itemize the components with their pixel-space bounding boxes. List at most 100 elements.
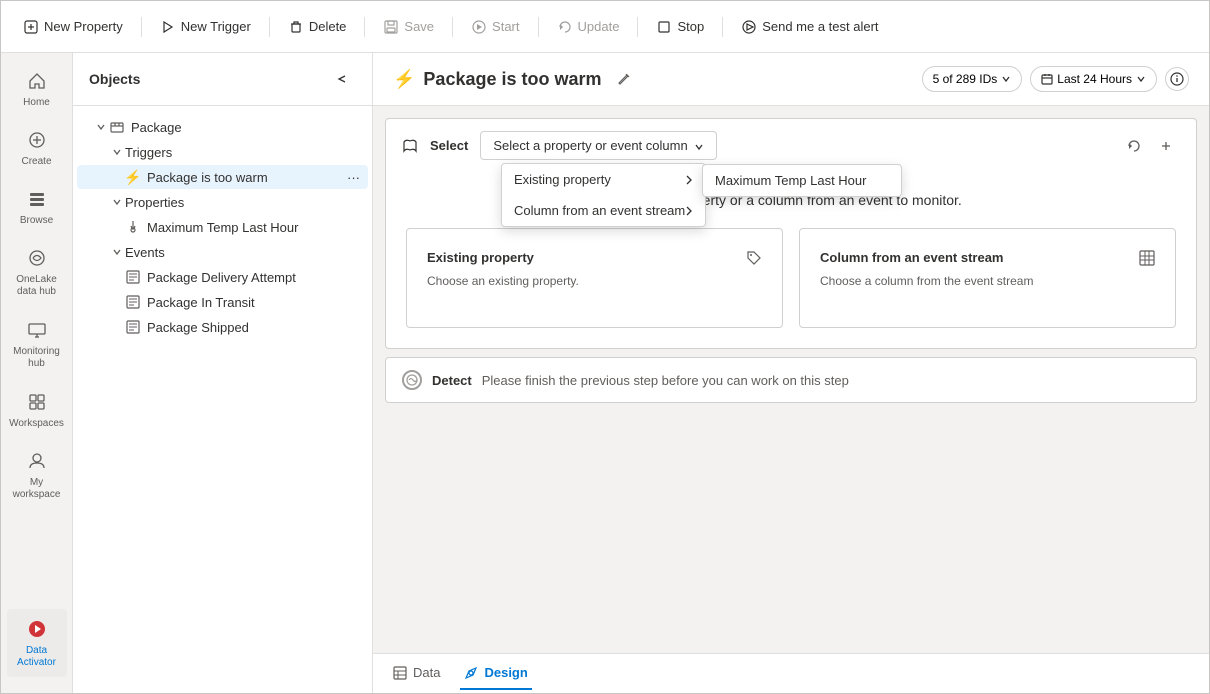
sidebar-item-workspaces[interactable]: Workspaces bbox=[7, 382, 67, 437]
sidebar-item-monitoring[interactable]: Monitoring hub bbox=[7, 310, 67, 378]
existing-property-submenu: Maximum Temp Last Hour bbox=[702, 164, 902, 197]
sep1 bbox=[141, 17, 142, 37]
detect-icon bbox=[402, 370, 422, 390]
property-column-dropdown[interactable]: Select a property or event column bbox=[480, 131, 716, 160]
event-stream-option[interactable]: Column from an event stream bbox=[502, 195, 705, 226]
grid-icon bbox=[1139, 249, 1155, 266]
refresh-button[interactable] bbox=[1120, 132, 1148, 160]
home-icon bbox=[25, 69, 49, 93]
existing-property-card-header: Existing property bbox=[427, 249, 762, 266]
start-button[interactable]: Start bbox=[461, 13, 529, 41]
tree-item-triggers[interactable]: Triggers bbox=[77, 140, 368, 164]
sidebar-item-browse[interactable]: Browse bbox=[7, 179, 67, 234]
activator-icon bbox=[25, 617, 49, 641]
tab-design[interactable]: Design bbox=[460, 657, 531, 690]
onelake-icon bbox=[25, 246, 49, 270]
select-step-label: Select bbox=[430, 138, 468, 153]
sep5 bbox=[538, 17, 539, 37]
workspaces-icon bbox=[25, 390, 49, 414]
start-icon bbox=[471, 19, 487, 35]
update-button[interactable]: Update bbox=[547, 13, 630, 41]
browse-icon bbox=[25, 187, 49, 211]
tree-item-trigger-warm[interactable]: ⚡ Package is too warm ··· bbox=[77, 165, 368, 189]
update-icon bbox=[557, 19, 573, 35]
content-title: ⚡ Package is too warm bbox=[393, 65, 910, 93]
sidebar-item-packages[interactable]: Data Activator bbox=[7, 609, 67, 677]
objects-header: Objects bbox=[73, 53, 372, 106]
time-filter-button[interactable]: Last 24 Hours bbox=[1030, 66, 1157, 92]
select-card: Select Select a property or event column bbox=[385, 118, 1197, 349]
event-stream-card[interactable]: Column from an event stream Choose a col… bbox=[799, 228, 1176, 328]
detect-label: Detect bbox=[432, 373, 472, 388]
sep6 bbox=[637, 17, 638, 37]
tree-item-package[interactable]: Package bbox=[77, 115, 368, 139]
sidebar-item-home[interactable]: Home bbox=[7, 61, 67, 116]
chevron-down-icon bbox=[109, 244, 125, 260]
select-row-actions bbox=[1120, 132, 1180, 160]
event-stream-desc: Choose a column from the event stream bbox=[820, 274, 1155, 288]
sidebar: Home Create Browse OneLake data hub bbox=[1, 53, 73, 693]
new-trigger-icon bbox=[160, 19, 176, 35]
tag-icon bbox=[746, 249, 762, 266]
tree-item-events[interactable]: Events bbox=[77, 240, 368, 264]
new-property-button[interactable]: New Property bbox=[13, 13, 133, 41]
detect-card: Detect Please finish the previous step b… bbox=[385, 357, 1197, 403]
save-icon bbox=[383, 19, 399, 35]
expand-button[interactable] bbox=[1152, 132, 1180, 160]
test-alert-icon bbox=[741, 19, 757, 35]
event-icon bbox=[125, 294, 141, 310]
existing-property-card[interactable]: Existing property Choose an existing pro… bbox=[406, 228, 783, 328]
content-header: ⚡ Package is too warm 5 of 289 IDs Last … bbox=[373, 53, 1209, 106]
dropdown-menu: Existing property Maximum Temp Last Hour bbox=[501, 163, 706, 227]
select-row: Select Select a property or event column bbox=[386, 119, 1196, 172]
tree-item-event-transit[interactable]: Package In Transit bbox=[77, 290, 368, 314]
lightning-icon: ⚡ bbox=[125, 169, 141, 185]
toolbar: New Property New Trigger Delete Save bbox=[1, 1, 1209, 53]
new-property-icon bbox=[23, 19, 39, 35]
stop-button[interactable]: Stop bbox=[646, 13, 714, 41]
tree-item-properties[interactable]: Properties bbox=[77, 190, 368, 214]
new-trigger-button[interactable]: New Trigger bbox=[150, 13, 261, 41]
event-icon bbox=[125, 269, 141, 285]
info-button[interactable] bbox=[1165, 67, 1189, 91]
bottom-tabs: Data Design bbox=[373, 653, 1209, 693]
chevron-down-icon bbox=[93, 119, 109, 135]
create-icon bbox=[25, 128, 49, 152]
stop-icon bbox=[656, 19, 672, 35]
sidebar-item-create[interactable]: Create bbox=[7, 120, 67, 175]
save-button[interactable]: Save bbox=[373, 13, 444, 41]
edit-title-button[interactable] bbox=[610, 65, 638, 93]
option-cards-row: Existing property Choose an existing pro… bbox=[406, 228, 1176, 328]
detect-message: Please finish the previous step before y… bbox=[482, 373, 849, 388]
sep4 bbox=[452, 17, 453, 37]
ids-filter-button[interactable]: 5 of 289 IDs bbox=[922, 66, 1023, 92]
objects-panel: Objects Package bbox=[73, 53, 373, 693]
tree-item-event-delivery[interactable]: Package Delivery Attempt bbox=[77, 265, 368, 289]
collapse-panel-button[interactable] bbox=[328, 65, 356, 93]
sep2 bbox=[269, 17, 270, 37]
monitor-icon bbox=[25, 318, 49, 342]
max-temp-option[interactable]: Maximum Temp Last Hour bbox=[703, 165, 901, 196]
tree-item-event-shipped[interactable]: Package Shipped bbox=[77, 315, 368, 339]
tab-data[interactable]: Data bbox=[389, 657, 444, 690]
existing-property-option[interactable]: Existing property Maximum Temp Last Hour bbox=[502, 164, 705, 195]
tree-item-property-max-temp[interactable]: Maximum Temp Last Hour bbox=[77, 215, 368, 239]
select-step-icon bbox=[402, 138, 418, 154]
myworkspace-icon bbox=[25, 449, 49, 473]
property-icon bbox=[125, 219, 141, 235]
sep7 bbox=[722, 17, 723, 37]
content-controls: 5 of 289 IDs Last 24 Hours bbox=[922, 66, 1189, 92]
more-options-icon[interactable]: ··· bbox=[347, 170, 360, 185]
sidebar-item-onelake[interactable]: OneLake data hub bbox=[7, 238, 67, 306]
event-stream-card-header: Column from an event stream bbox=[820, 249, 1155, 266]
sidebar-item-myworkspace[interactable]: My workspace bbox=[7, 441, 67, 509]
delete-button[interactable]: Delete bbox=[278, 13, 357, 41]
objects-tree: Package Triggers ⚡ Package is too warm ·… bbox=[73, 106, 372, 693]
sep3 bbox=[364, 17, 365, 37]
title-lightning-icon: ⚡ bbox=[393, 69, 415, 90]
canvas-area: Select Select a property or event column bbox=[373, 106, 1209, 653]
event-icon bbox=[125, 319, 141, 335]
existing-property-desc: Choose an existing property. bbox=[427, 274, 762, 288]
content-area: ⚡ Package is too warm 5 of 289 IDs Last … bbox=[373, 53, 1209, 693]
test-alert-button[interactable]: Send me a test alert bbox=[731, 13, 888, 41]
